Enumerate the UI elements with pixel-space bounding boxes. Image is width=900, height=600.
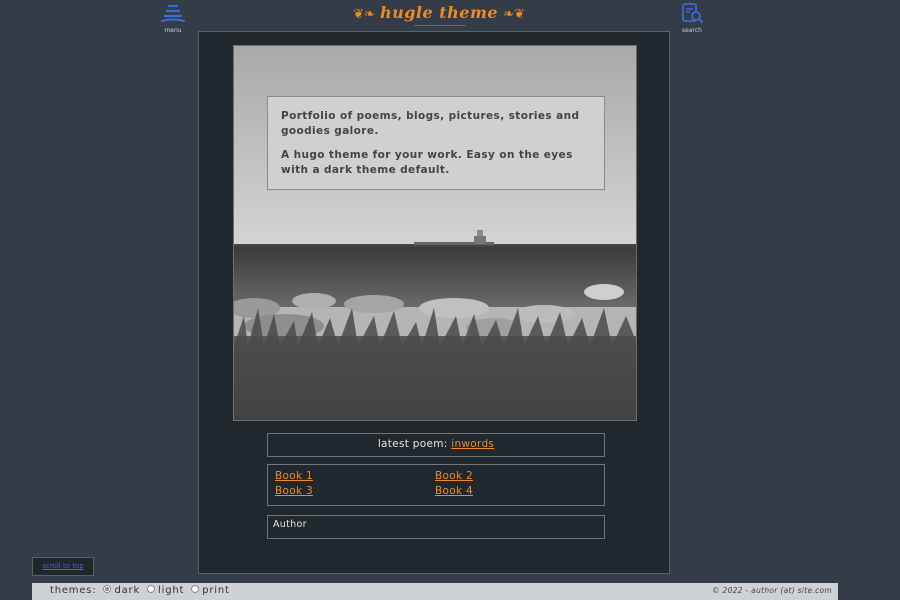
search-button[interactable]: search [678,3,706,34]
author-label[interactable]: Author [273,519,307,530]
main-panel: Portfolio of poems, blogs, pictures, sto… [198,31,670,574]
theme-option-print[interactable]: print [191,585,230,596]
radio-dark[interactable] [103,585,112,593]
document-search-icon [682,3,703,23]
book-link-4[interactable]: Book 4 [435,485,473,497]
search-label: search [682,27,702,34]
latest-poem-box: latest poem: inwords [267,433,605,457]
flourish-icon-right: ❧❦ [503,7,525,22]
scroll-to-top-button[interactable]: scroll to top [32,557,94,576]
intro-card: Portfolio of poems, blogs, pictures, sto… [267,96,605,190]
site-title[interactable]: hugle theme [380,3,498,22]
intro-text-1: Portfolio of poems, blogs, pictures, sto… [281,110,580,137]
title-underline [414,25,466,26]
hamburger-icon [161,4,185,22]
book-link-1[interactable]: Book 1 [275,470,313,482]
themes-label: themes: [50,585,97,596]
radio-light[interactable] [147,585,156,593]
latest-poem-prefix: latest poem: [377,438,448,450]
copyright: © 2022 - author (at) site.com [712,583,832,599]
site-brand[interactable]: ❦❧ hugle theme ❧❦ [348,2,530,28]
radio-print[interactable] [191,585,200,593]
menu-button[interactable]: menu [158,3,188,34]
theme-option-dark[interactable]: dark [103,585,140,596]
flourish-icon-left: ❦❧ [353,7,375,22]
intro-text-2: A hugo theme for your work. Easy on the … [281,149,573,176]
theme-option-light[interactable]: light [147,585,184,596]
book-link-3[interactable]: Book 3 [275,485,313,497]
theme-print-label: print [202,585,230,596]
footer: themes: dark light print © 2022 - author… [32,583,838,600]
theme-dark-label: dark [114,585,141,596]
latest-poem-link[interactable]: inwords [451,438,494,450]
theme-light-label: light [158,585,185,596]
menu-label: menu [164,27,182,34]
books-box: Book 1 Book 2 Book 3 Book 4 [267,464,605,506]
copyright-text: © 2022 - author (at) site.com [712,586,832,595]
book-link-2[interactable]: Book 2 [435,470,473,482]
author-box[interactable]: Author [267,515,605,539]
hero-image: Portfolio of poems, blogs, pictures, sto… [233,45,637,421]
header: menu ❦❧ hugle theme ❧❦ search [0,0,900,34]
theme-switcher: themes: dark light print [50,583,230,599]
